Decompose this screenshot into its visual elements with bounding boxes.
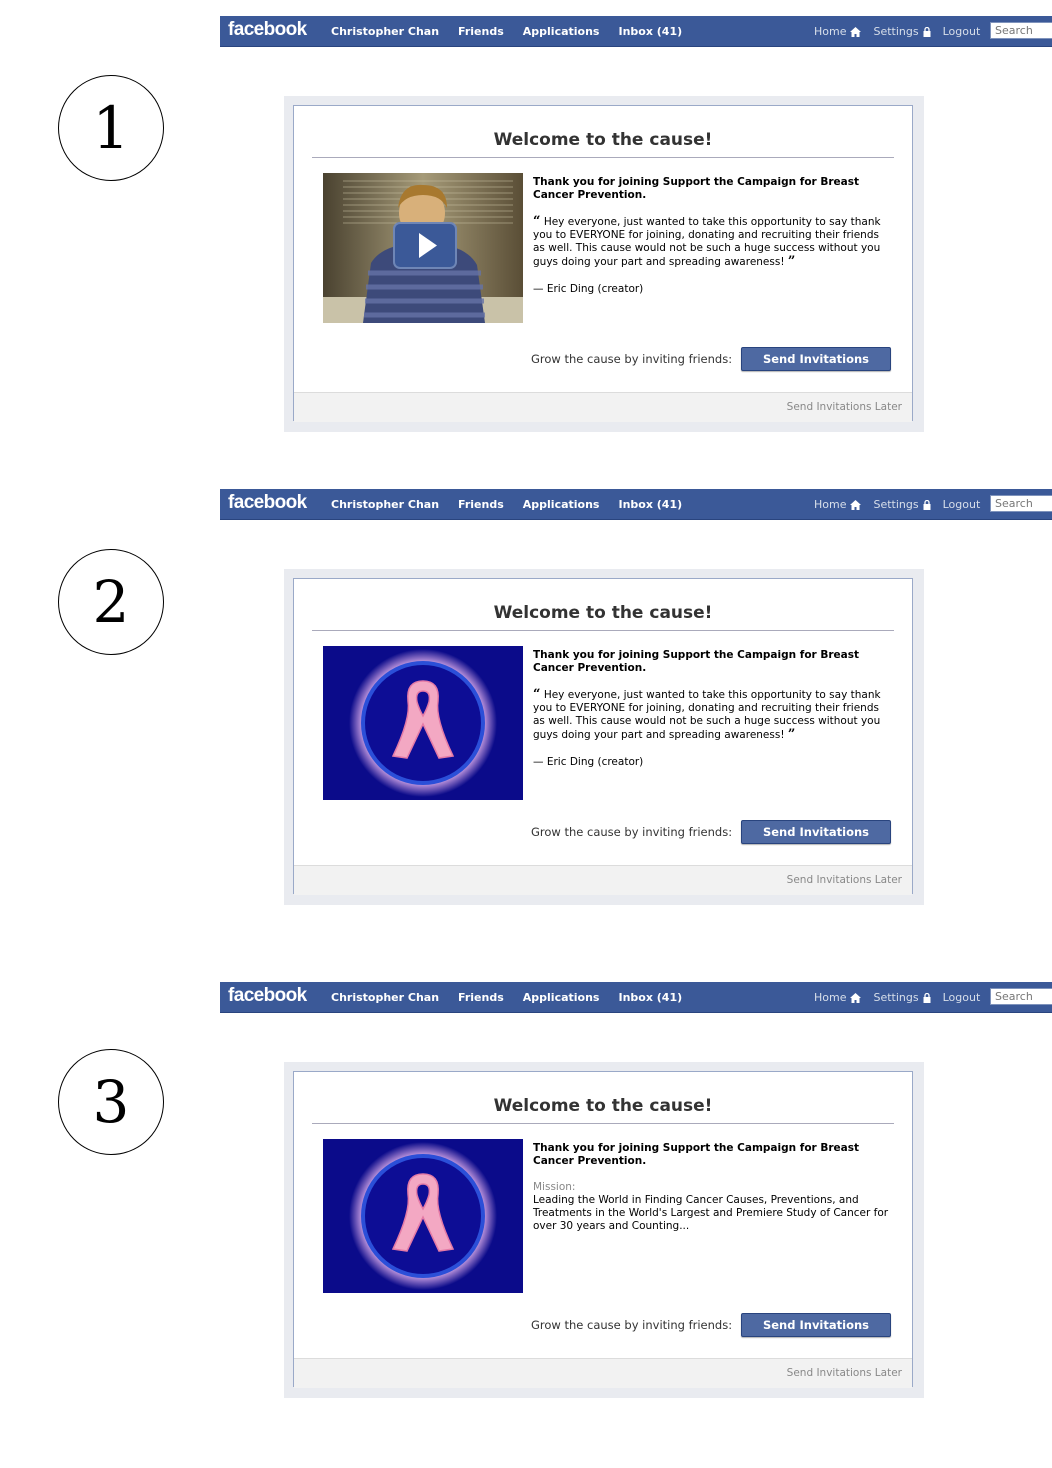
- facebook-top-bar: facebook Christopher Chan Friends Applic…: [220, 16, 1052, 47]
- variant-3-panel: 3 facebook Christopher Chan Friends Appl…: [0, 982, 1052, 1402]
- main-nav: Christopher Chan Friends Applications In…: [331, 489, 701, 519]
- facebook-top-bar: facebook Christopher Chan Friends Applic…: [220, 489, 1052, 520]
- nav-settings[interactable]: Settings: [873, 991, 918, 1004]
- quote-text: Hey everyone, just wanted to take this o…: [533, 216, 881, 268]
- welcome-dialog: Welcome to the cause! Thank you for join…: [293, 578, 913, 895]
- nav-logout[interactable]: Logout: [943, 498, 981, 511]
- dialog-footer: Send Invitations Later: [294, 1358, 912, 1388]
- dialog-footer: Send Invitations Later: [294, 865, 912, 895]
- nav-home[interactable]: Home: [814, 991, 846, 1004]
- facebook-logo[interactable]: facebook: [228, 492, 307, 514]
- facebook-logo[interactable]: facebook: [228, 985, 307, 1007]
- search-input[interactable]: Search: [990, 495, 1052, 512]
- thanks-message: Thank you for joining Support the Campai…: [533, 1142, 860, 1167]
- nav-inbox[interactable]: Inbox (41): [618, 991, 682, 1004]
- nav-friends[interactable]: Friends: [458, 25, 504, 38]
- nav-applications[interactable]: Applications: [523, 991, 600, 1004]
- grow-cause-label: Grow the cause by inviting friends:: [531, 825, 733, 839]
- pink-ribbon-image: [323, 646, 523, 800]
- nav-logout[interactable]: Logout: [943, 991, 981, 1004]
- dialog-backdrop: Welcome to the cause! Thank you for join…: [284, 569, 924, 905]
- quote-text: Hey everyone, just wanted to take this o…: [533, 689, 881, 741]
- home-icon: [850, 988, 862, 1007]
- title-divider: [312, 1123, 894, 1124]
- nav-profile[interactable]: Christopher Chan: [331, 25, 439, 38]
- video-thumbnail[interactable]: [323, 173, 523, 323]
- nav-settings[interactable]: Settings: [873, 498, 918, 511]
- nav-profile[interactable]: Christopher Chan: [331, 991, 439, 1004]
- thanks-message: Thank you for joining Support the Campai…: [533, 649, 860, 674]
- open-quote-mark: “: [533, 214, 541, 229]
- creator-quote: “ Hey everyone, just wanted to take this…: [533, 688, 893, 742]
- nav-friends[interactable]: Friends: [458, 991, 504, 1004]
- account-nav: Home Settings Logout: [814, 982, 980, 1012]
- step-number-3: 3: [58, 1049, 164, 1155]
- open-quote-mark: “: [533, 687, 541, 702]
- facebook-top-bar: facebook Christopher Chan Friends Applic…: [220, 982, 1052, 1013]
- mission-label: Mission:: [533, 1181, 576, 1193]
- mission-text: Leading the World in Finding Cancer Caus…: [533, 1194, 889, 1232]
- grow-cause-label: Grow the cause by inviting friends:: [531, 352, 733, 366]
- close-quote-mark: ”: [787, 254, 796, 269]
- thanks-message: Thank you for joining Support the Campai…: [533, 176, 860, 201]
- lock-icon: [923, 988, 931, 1007]
- pink-ribbon-image: [323, 1139, 523, 1293]
- dialog-backdrop: Welcome to the cause! Thank you for join…: [284, 96, 924, 432]
- nav-inbox[interactable]: Inbox (41): [618, 498, 682, 511]
- send-invitations-button[interactable]: Send Invitations: [741, 347, 891, 371]
- account-nav: Home Settings Logout: [814, 489, 980, 519]
- lock-icon: [923, 495, 931, 514]
- main-nav: Christopher Chan Friends Applications In…: [331, 16, 701, 46]
- step-number-1: 1: [58, 75, 164, 181]
- account-nav: Home Settings Logout: [814, 16, 980, 46]
- nav-applications[interactable]: Applications: [523, 498, 600, 511]
- nav-applications[interactable]: Applications: [523, 25, 600, 38]
- nav-profile[interactable]: Christopher Chan: [331, 498, 439, 511]
- dialog-title: Welcome to the cause!: [493, 603, 713, 623]
- title-divider: [312, 157, 894, 158]
- welcome-dialog: Welcome to the cause! Thank you for join…: [293, 1071, 913, 1388]
- step-number-2: 2: [58, 549, 164, 655]
- home-icon: [850, 22, 862, 41]
- search-input[interactable]: Search: [990, 988, 1052, 1005]
- grow-cause-label: Grow the cause by inviting friends:: [531, 1318, 733, 1332]
- lock-icon: [923, 22, 931, 41]
- dialog-title: Welcome to the cause!: [493, 130, 713, 150]
- nav-logout[interactable]: Logout: [943, 25, 981, 38]
- send-invitations-button[interactable]: Send Invitations: [741, 820, 891, 844]
- send-invitations-button[interactable]: Send Invitations: [741, 1313, 891, 1337]
- quote-attribution: — Eric Ding (creator): [533, 283, 644, 295]
- variant-1-panel: 1 facebook Christopher Chan Friends Appl…: [0, 16, 1052, 436]
- message-text: Thank you for joining Support the Campai…: [533, 176, 893, 296]
- send-invitations-later-link[interactable]: Send Invitations Later: [787, 1367, 902, 1379]
- facebook-logo[interactable]: facebook: [228, 19, 307, 41]
- creator-quote: “ Hey everyone, just wanted to take this…: [533, 215, 893, 269]
- dialog-title: Welcome to the cause!: [493, 1096, 713, 1116]
- variant-2-panel: 2 facebook Christopher Chan Friends Appl…: [0, 489, 1052, 909]
- quote-attribution: — Eric Ding (creator): [533, 756, 644, 768]
- close-quote-mark: ”: [787, 727, 796, 742]
- send-invitations-later-link[interactable]: Send Invitations Later: [787, 874, 902, 886]
- nav-home[interactable]: Home: [814, 25, 846, 38]
- dialog-footer: Send Invitations Later: [294, 392, 912, 422]
- search-input[interactable]: Search: [990, 22, 1052, 39]
- welcome-dialog: Welcome to the cause! Thank you for join…: [293, 105, 913, 422]
- nav-inbox[interactable]: Inbox (41): [618, 25, 682, 38]
- message-text: Thank you for joining Support the Campai…: [533, 649, 893, 769]
- home-icon: [850, 495, 862, 514]
- main-nav: Christopher Chan Friends Applications In…: [331, 982, 701, 1012]
- dialog-backdrop: Welcome to the cause! Thank you for join…: [284, 1062, 924, 1398]
- title-divider: [312, 630, 894, 631]
- message-text: Thank you for joining Support the Campai…: [533, 1142, 893, 1233]
- nav-settings[interactable]: Settings: [873, 25, 918, 38]
- send-invitations-later-link[interactable]: Send Invitations Later: [787, 401, 902, 413]
- nav-friends[interactable]: Friends: [458, 498, 504, 511]
- nav-home[interactable]: Home: [814, 498, 846, 511]
